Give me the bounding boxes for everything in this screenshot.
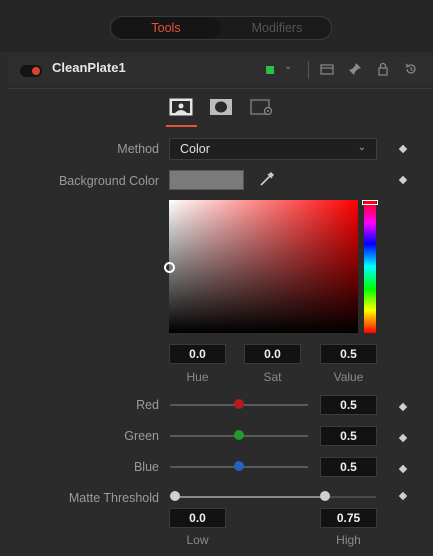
tool-color-swatch[interactable] [266, 66, 274, 74]
settings-tab-icon[interactable] [250, 98, 274, 116]
tab-switcher: Tools Modifiers [110, 16, 332, 40]
pin-icon[interactable] [348, 62, 362, 79]
background-color-swatch[interactable] [169, 170, 244, 190]
tool-enable-toggle[interactable] [20, 65, 42, 77]
eyedropper-icon[interactable] [258, 170, 276, 188]
matte-low-input[interactable]: 0.0 [169, 508, 226, 528]
value-label: Value [333, 370, 364, 384]
sat-label: Sat [263, 370, 282, 384]
toggle-dot [32, 67, 40, 75]
chevron-down-icon: ⌄ [357, 142, 366, 153]
picker-cursor[interactable] [164, 262, 175, 273]
value-input[interactable]: 0.5 [320, 344, 377, 364]
matte-threshold-high-knob[interactable] [320, 491, 330, 501]
matte-threshold-label: Matte Threshold [68, 491, 159, 505]
matte-high-input[interactable]: 0.75 [320, 508, 377, 528]
saturation-value-picker[interactable] [169, 200, 358, 333]
tool-header: CleanPlate1 ⌄ [8, 57, 433, 83]
blue-slider-knob[interactable] [234, 461, 244, 471]
red-input[interactable]: 0.5 [320, 395, 377, 415]
active-subtab-indicator [166, 125, 197, 127]
green-input[interactable]: 0.5 [320, 426, 377, 446]
matte-threshold-range-fill [174, 496, 324, 498]
green-slider-knob[interactable] [234, 430, 244, 440]
version-icon[interactable] [320, 62, 334, 79]
blue-label: Blue [133, 460, 159, 474]
blue-input[interactable]: 0.5 [320, 457, 377, 477]
matte-low-label: Low [186, 533, 209, 547]
method-value: Color [180, 142, 210, 156]
top-tab-bar: Tools Modifiers [0, 0, 433, 52]
reset-icon[interactable] [404, 62, 418, 79]
divider [308, 61, 309, 79]
tab-tools[interactable]: Tools [112, 17, 220, 39]
matte-threshold-low-knob[interactable] [170, 491, 180, 501]
green-label: Green [124, 429, 159, 443]
tab-modifiers[interactable]: Modifiers [223, 17, 331, 39]
method-label: Method [117, 142, 159, 156]
lock-icon[interactable] [376, 62, 390, 79]
method-dropdown[interactable]: Color ⌄ [169, 138, 377, 160]
matte-high-label: High [336, 533, 361, 547]
sat-input[interactable]: 0.0 [244, 344, 301, 364]
red-label: Red [136, 398, 159, 412]
image-tab-icon[interactable] [169, 98, 193, 116]
hue-label: Hue [186, 370, 209, 384]
tool-name: CleanPlate1 [52, 60, 126, 75]
hue-input[interactable]: 0.0 [169, 344, 226, 364]
red-slider-knob[interactable] [234, 399, 244, 409]
hue-slider[interactable] [364, 200, 376, 333]
background-color-label: Background Color [58, 174, 159, 188]
chevron-down-icon[interactable]: ⌄ [284, 61, 292, 72]
hue-marker[interactable] [362, 200, 378, 205]
mask-tab-icon[interactable] [209, 98, 233, 116]
